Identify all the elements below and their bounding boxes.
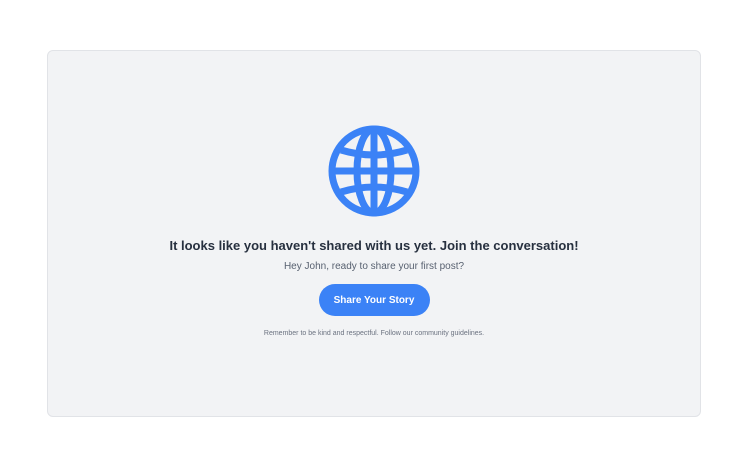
globe-icon bbox=[328, 125, 420, 217]
empty-state-card: It looks like you haven't shared with us… bbox=[47, 50, 701, 417]
empty-state-headline: It looks like you haven't shared with us… bbox=[169, 238, 579, 253]
share-your-story-button[interactable]: Share Your Story bbox=[318, 284, 430, 316]
community-guidelines-note: Remember to be kind and respectful. Foll… bbox=[263, 330, 485, 337]
greeting-subtext: Hey John, ready to share your first post… bbox=[283, 261, 465, 272]
